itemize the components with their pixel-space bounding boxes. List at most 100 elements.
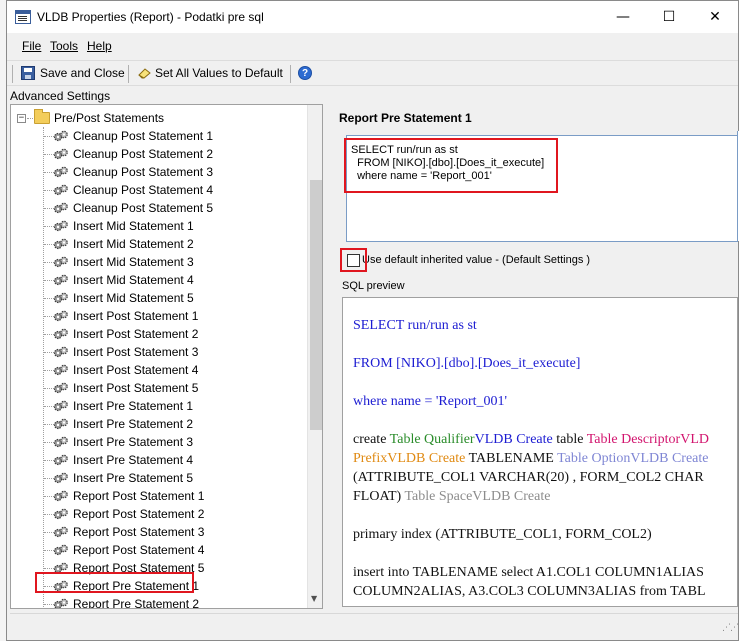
collapse-icon[interactable]: − [17,114,26,123]
tree-item-label: Insert Pre Statement 2 [73,417,194,431]
help-icon[interactable]: ? [298,66,312,80]
tree-item[interactable]: Cleanup Post Statement 5 [11,199,311,217]
scroll-down-arrow-icon[interactable]: ▼ [311,594,317,603]
gears-icon [53,130,68,142]
maximize-button[interactable]: ☐ [646,1,692,33]
use-default-label: Use default inherited value - (Default S… [362,254,591,266]
sql-token: VLDB Create [387,451,466,466]
tree-connector [27,118,33,119]
gears-icon [53,220,68,232]
tree-item[interactable]: Report Post Statement 3 [11,523,311,541]
tree-item-label: Report Pre Statement 2 [73,597,200,609]
sql-token: VLD [680,432,709,447]
tree-item[interactable]: Report Pre Statement 2 [11,595,311,609]
tree-item-label: Insert Mid Statement 3 [73,255,194,269]
sql-line: (ATTRIBUTE_COL1 VARCHAR(20) , FORM_COL2 … [353,470,704,485]
tree-item[interactable]: Insert Mid Statement 2 [11,235,311,253]
resize-grip-icon[interactable]: ⋰⋰ [722,623,739,633]
tree-item-label: Insert Mid Statement 4 [73,273,194,287]
tree-item-label: Report Post Statement 3 [73,525,205,539]
menu-tools[interactable]: Tools [50,39,78,53]
vldb-properties-window: VLDB Properties (Report) - Podatki pre s… [6,0,739,641]
title-bar[interactable]: VLDB Properties (Report) - Podatki pre s… [7,1,738,33]
tree-item[interactable]: Insert Mid Statement 3 [11,253,311,271]
tree-item[interactable]: Insert Pre Statement 2 [11,415,311,433]
tree-root-label: Pre/Post Statements [54,111,165,125]
sql-token: Table Space [404,489,473,504]
gears-icon [53,346,68,358]
tree-item-label: Insert Mid Statement 1 [73,219,194,233]
tree-item-label: Report Post Statement 1 [73,489,205,503]
tree-item[interactable]: Insert Post Statement 5 [11,379,311,397]
tree-item-label: Report Post Statement 4 [73,543,205,557]
tree-item[interactable]: Insert Mid Statement 4 [11,271,311,289]
tree-item-label: Insert Post Statement 2 [73,327,199,341]
settings-tree[interactable]: − Pre/Post Statements Cleanup Post State… [10,104,323,609]
gears-icon [53,472,68,484]
tree-item[interactable]: Insert Pre Statement 3 [11,433,311,451]
tree-item[interactable]: Cleanup Post Statement 1 [11,127,311,145]
eraser-icon[interactable] [138,67,152,79]
gears-icon [53,490,68,502]
tree-item-label: Insert Post Statement 5 [73,381,199,395]
tree-item[interactable]: Report Post Statement 2 [11,505,311,523]
menu-file[interactable]: File [22,39,41,53]
tree-item[interactable]: Insert Pre Statement 5 [11,469,311,487]
tree-item-label: Insert Pre Statement 5 [73,471,194,485]
tree-item[interactable]: Insert Post Statement 1 [11,307,311,325]
tree-item[interactable]: Cleanup Post Statement 3 [11,163,311,181]
statement-highlight-box [344,138,558,193]
gears-icon [53,436,68,448]
tree-item-label: Insert Pre Statement 4 [73,453,194,467]
gears-icon [53,544,68,556]
save-icon[interactable] [21,66,35,80]
set-all-values-to-default-button[interactable]: Set All Values to Default [155,66,283,80]
window-title: VLDB Properties (Report) - Podatki pre s… [37,10,264,24]
minimize-button[interactable]: — [600,1,646,33]
tree-item[interactable]: Insert Post Statement 4 [11,361,311,379]
tree-item[interactable]: Report Post Statement 1 [11,487,311,505]
toolbar-grip [12,65,13,83]
tree-item-label: Cleanup Post Statement 5 [73,201,214,215]
gears-icon [53,202,68,214]
gears-icon [53,184,68,196]
gears-icon [53,274,68,286]
tree-item[interactable]: Insert Pre Statement 1 [11,397,311,415]
save-and-close-button[interactable]: Save and Close [40,66,125,80]
sql-token: VLDB Create [474,432,553,447]
app-window-icon [15,10,31,24]
tree-item[interactable]: Insert Mid Statement 1 [11,217,311,235]
tree-node-pre-post-statements[interactable]: − Pre/Post Statements [11,109,311,127]
status-strip [10,613,738,637]
tree-item[interactable]: Insert Post Statement 2 [11,325,311,343]
sql-line: where name = 'Report_001' [353,394,508,409]
gears-icon [53,238,68,250]
gears-icon [53,598,68,608]
gears-icon [53,364,68,376]
tree-scrollbar[interactable]: ▼ [307,105,322,608]
menu-help[interactable]: Help [87,39,112,53]
tree-item[interactable]: Report Post Statement 4 [11,541,311,559]
toolbar: Save and Close Set All Values to Default… [7,60,738,86]
sql-line: PrefixVLDB Create TABLENAME Table Option… [353,449,709,468]
scrollbar-thumb[interactable] [310,180,322,430]
sql-token: VLDB Create [630,451,709,466]
sql-line: SELECT run/run as st [353,318,477,333]
tree-item-label: Insert Post Statement 1 [73,309,199,323]
menu-bar: File Tools Help [7,35,738,57]
tree-item-label: Insert Pre Statement 3 [73,435,194,449]
tree-item[interactable]: Cleanup Post Statement 4 [11,181,311,199]
folder-icon [34,109,50,124]
tree-item[interactable]: Cleanup Post Statement 2 [11,145,311,163]
close-button[interactable]: ✕ [692,1,738,33]
sql-token: Table Option [557,451,631,466]
tree-item[interactable]: Insert Mid Statement 5 [11,289,311,307]
sql-preview-box[interactable]: SELECT run/run as st FROM [NIKO].[dbo].[… [342,297,738,607]
gears-icon [53,310,68,322]
tree-item[interactable]: Insert Post Statement 3 [11,343,311,361]
sql-line: COLUMN2ALIAS, A3.COL3 COLUMN3ALIAS from … [353,584,706,599]
sql-line: create Table QualifierVLDB Create table … [353,430,709,449]
gears-icon [53,256,68,268]
sql-line: FROM [NIKO].[dbo].[Does_it_execute] [353,356,581,371]
tree-item[interactable]: Insert Pre Statement 4 [11,451,311,469]
